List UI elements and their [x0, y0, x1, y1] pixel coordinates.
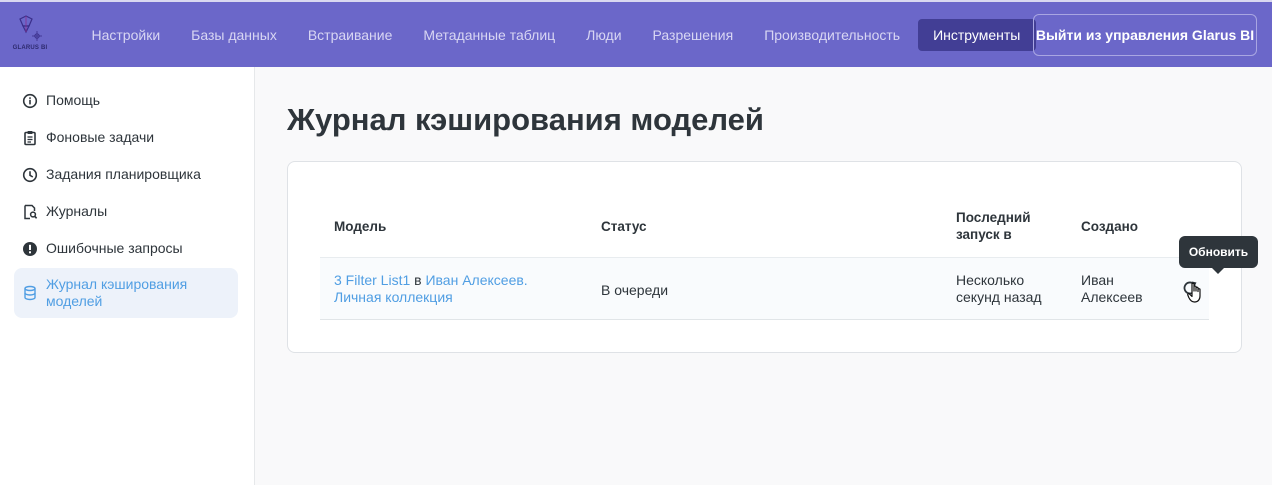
model-collection-joiner: в [414, 272, 422, 288]
column-header-model: Модель [334, 219, 387, 234]
sidebar-item-label: Журналы [46, 203, 108, 219]
column-header-created: Создано [1081, 219, 1139, 234]
nav-settings[interactable]: Настройки [76, 19, 176, 51]
nav-people[interactable]: Люди [571, 19, 637, 51]
admin-navbar: GLARUS BI Настройки Базы данных Встраива… [0, 0, 1272, 67]
nav-tools[interactable]: Инструменты [917, 18, 1036, 51]
nav-embedding[interactable]: Встраивание [292, 19, 408, 51]
column-header-last-run: Последний запуск в [956, 210, 1031, 242]
log-search-icon [24, 204, 38, 220]
database-icon [24, 285, 36, 301]
page-title: Журнал кэширования моделей [287, 102, 764, 137]
sidebar-item-erroring-questions[interactable]: Ошибочные запросы [14, 240, 238, 257]
nav-databases[interactable]: Базы данных [176, 19, 293, 51]
glarus-logo[interactable]: GLARUS BI [12, 14, 48, 54]
nav-table-metadata[interactable]: Метаданные таблиц [408, 19, 571, 51]
clock-icon [22, 167, 38, 183]
clipboard-icon [24, 131, 36, 146]
last-run-cell: Несколько секунд назад [956, 272, 1042, 305]
model-cell: 3 Filter List1 в Иван Алексеев. Личная к… [334, 272, 554, 306]
sidebar-item-model-caching-log[interactable]: Журнал кэширования моделей [14, 268, 238, 318]
admin-nav: Настройки Базы данных Встраивание Метада… [76, 2, 1036, 67]
model-link[interactable]: 3 Filter List1 [334, 272, 410, 288]
table-row: 3 Filter List1 в Иван Алексеев. Личная к… [320, 257, 1209, 320]
sidebar-item-label: Журнал кэширования моделей [46, 276, 188, 309]
main-content: Журнал кэширования моделей Модель Статус… [256, 67, 1272, 485]
logo-icon [19, 15, 42, 41]
warning-icon [23, 242, 37, 256]
sidebar-item-scheduler-jobs[interactable]: Задания планировщика [14, 166, 238, 183]
nav-performance[interactable]: Производительность [749, 19, 916, 51]
tools-sidebar: Помощь Фоновые задачи Задания планировщи… [0, 67, 255, 485]
exit-admin-button[interactable]: Выйти из управления Glarus BI [1033, 14, 1257, 56]
sidebar-item-label: Ошибочные запросы [46, 240, 183, 256]
sidebar-item-logs[interactable]: Журналы [14, 203, 238, 220]
logo-wordmark: GLARUS BI [12, 45, 48, 51]
sidebar-item-label: Фоновые задачи [46, 129, 155, 145]
hand-cursor-icon [1187, 282, 1201, 303]
sidebar-item-background-tasks[interactable]: Фоновые задачи [14, 129, 238, 146]
refresh-tooltip: Обновить [1179, 236, 1258, 274]
model-cache-log-card: Модель Статус Последний запуск в Создано… [287, 161, 1258, 353]
sidebar-item-help[interactable]: Помощь [14, 92, 238, 109]
created-by-cell: Иван Алексеев [1081, 272, 1143, 305]
sidebar-item-label: Помощь [46, 92, 101, 108]
status-cell: В очереди [601, 282, 669, 298]
nav-permissions[interactable]: Разрешения [637, 19, 749, 51]
sidebar-item-label: Задания планировщика [46, 166, 201, 182]
column-header-status: Статус [601, 219, 647, 234]
info-icon [22, 93, 38, 109]
